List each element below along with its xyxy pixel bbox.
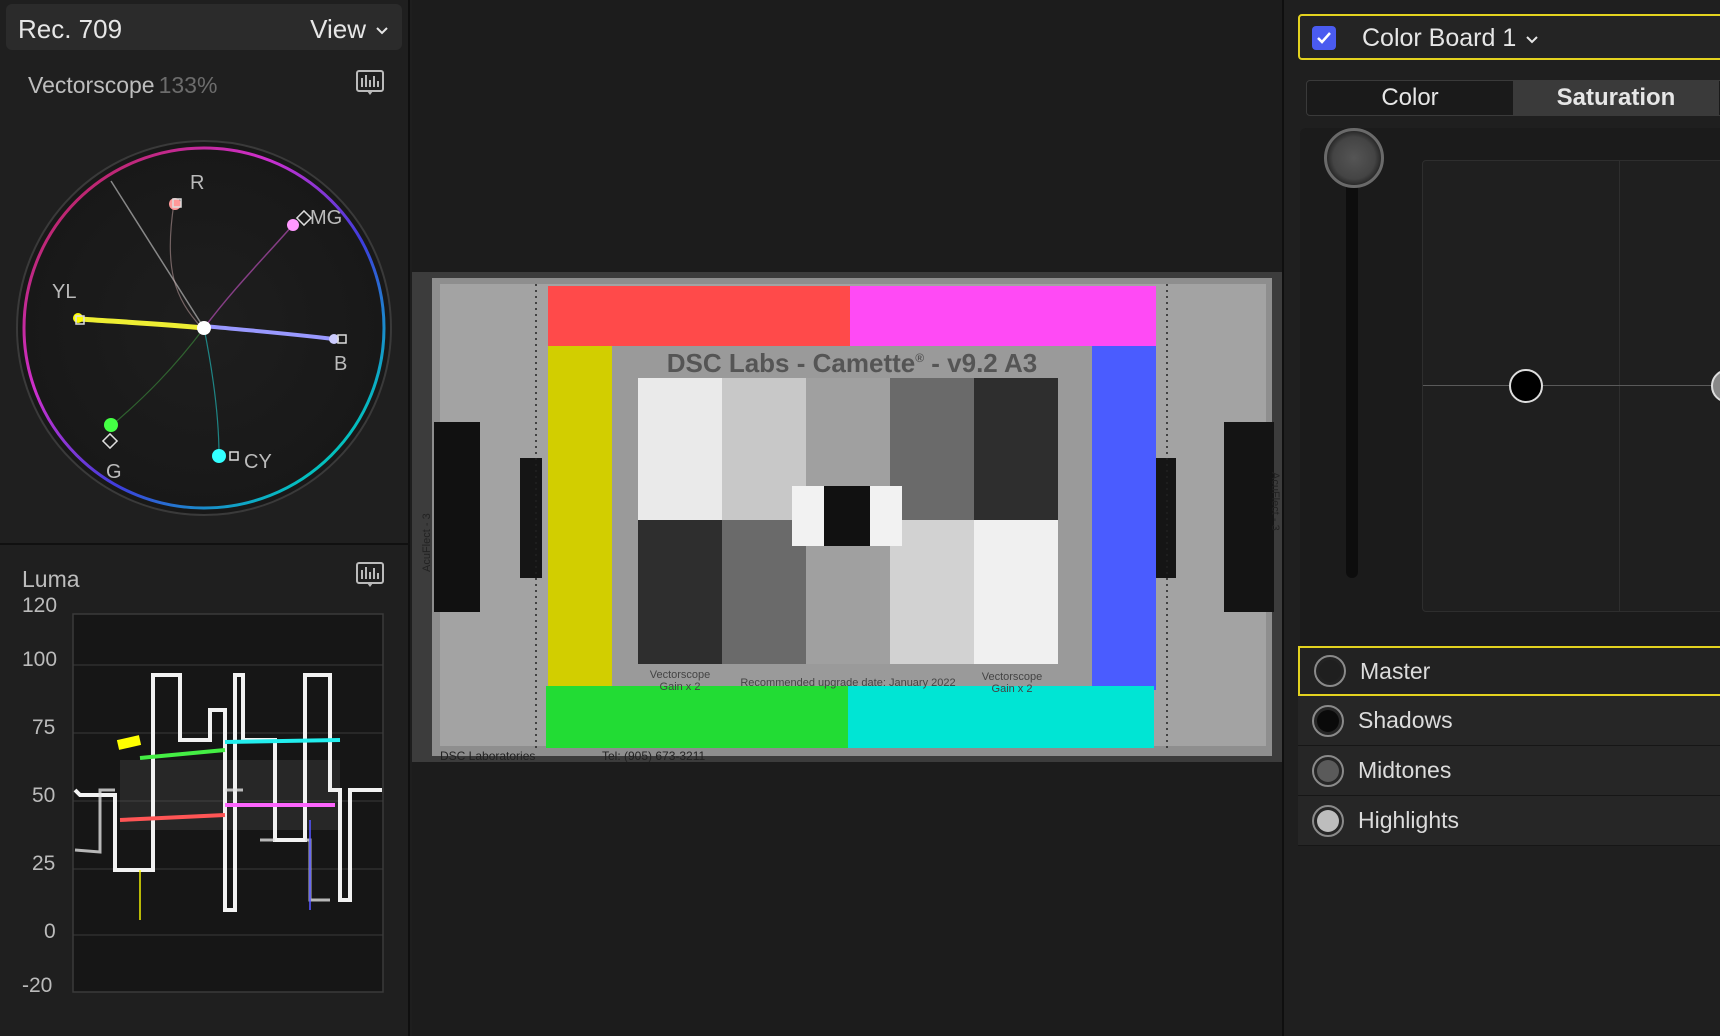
- midtones-swatch-icon: [1312, 754, 1344, 787]
- scope-header: Rec. 709 View: [6, 4, 402, 50]
- range-row-midtones[interactable]: Midtones: [1298, 746, 1720, 796]
- scopes-panel: Rec. 709 View Vectorscope 133% R MG B CY…: [0, 0, 410, 1036]
- chart-magenta-patch: [850, 286, 1156, 346]
- view-menu-button[interactable]: View: [310, 14, 390, 45]
- tab-saturation[interactable]: Saturation: [1513, 81, 1719, 115]
- chart-side-label-left: AcuFlect - 3: [421, 513, 433, 572]
- global-slider-track[interactable]: [1346, 178, 1358, 578]
- chart-red-patch: [548, 286, 850, 346]
- midtones-puck[interactable]: [1711, 369, 1720, 403]
- luma-scale-0: 0: [44, 920, 56, 943]
- range-row-highlights[interactable]: Highlights: [1298, 796, 1720, 846]
- test-chart-image: DSC Labs - Camette® - v9.2 A3 Vectorscop…: [412, 272, 1282, 763]
- luma-scale-120: 120: [22, 594, 57, 617]
- highlights-swatch-icon: [1312, 804, 1344, 837]
- scope-settings-icon[interactable]: [356, 70, 384, 96]
- chart-caption-left-2: Gain x 2: [660, 681, 701, 693]
- chart-blue-patch: [1092, 346, 1156, 690]
- color-board-title-menu[interactable]: Color Board 1: [1362, 24, 1540, 53]
- checkmark-icon: [1317, 32, 1331, 44]
- saturation-board: [1300, 128, 1720, 648]
- vectorscope-title-text: Vectorscope: [28, 72, 155, 98]
- vector-label-mg: MG: [310, 207, 342, 229]
- luma-scale-50: 50: [32, 784, 55, 807]
- luma-scale-neg20: -20: [22, 974, 52, 997]
- chevron-down-icon: [1526, 35, 1538, 43]
- chart-caption-right-1: Vectorscope: [982, 671, 1043, 683]
- chart-side-label-right: AcuFlect - 3: [1269, 472, 1281, 531]
- range-row-master[interactable]: Master: [1298, 646, 1720, 696]
- vector-label-cy: CY: [244, 451, 272, 473]
- color-board-tabs: Color Saturation: [1306, 80, 1720, 116]
- chart-cyan-patch: [848, 686, 1154, 748]
- scope-divider: [0, 543, 410, 545]
- master-swatch-icon: [1314, 655, 1346, 687]
- color-board-title: Color Board 1: [1362, 24, 1517, 52]
- grid-center-line: [1423, 385, 1720, 386]
- chart-upgrade-note: Recommended upgrade date: January 2022: [740, 677, 955, 689]
- saturation-grid[interactable]: [1422, 160, 1720, 612]
- vectorscope-title: Vectorscope 133%: [28, 72, 217, 99]
- shadows-swatch-icon: [1312, 704, 1344, 737]
- color-board-enable-checkbox[interactable]: [1312, 26, 1336, 50]
- luma-waveform: 120 100 75 50 25 0 -20: [0, 590, 410, 1010]
- vectorscope-zoom: 133%: [158, 72, 218, 98]
- range-label-midtones: Midtones: [1358, 757, 1452, 783]
- color-inspector: Color Board 1 Color Saturation Master Sh…: [1282, 0, 1720, 1036]
- view-menu-label: View: [310, 14, 366, 44]
- luma-scale-100: 100: [22, 648, 57, 671]
- chart-caption-right-2: Gain x 2: [992, 683, 1033, 695]
- luma-scale-25: 25: [32, 852, 55, 875]
- chart-caption-left-1: Vectorscope: [650, 669, 711, 681]
- range-label-highlights: Highlights: [1358, 807, 1459, 833]
- shadows-puck[interactable]: [1509, 369, 1543, 403]
- grid-vertical-line: [1619, 161, 1620, 611]
- luma-settings-icon[interactable]: [356, 562, 384, 588]
- range-label-master: Master: [1360, 657, 1431, 684]
- vector-label-yl: YL: [52, 281, 76, 303]
- color-board-header: Color Board 1: [1298, 14, 1720, 60]
- chart-footer-right: Tel: (905) 673-3211: [602, 749, 706, 762]
- luma-title: Luma: [22, 566, 80, 592]
- range-label-shadows: Shadows: [1358, 707, 1453, 733]
- global-slider-knob[interactable]: [1324, 128, 1384, 188]
- range-row-shadows[interactable]: Shadows: [1298, 696, 1720, 746]
- vectorscope: R MG B CY G YL: [14, 138, 394, 518]
- vector-label-g: G: [106, 461, 122, 483]
- luma-scale-75: 75: [32, 716, 55, 739]
- chart-yellow-patch: [548, 346, 612, 686]
- viewer[interactable]: DSC Labs - Camette® - v9.2 A3 Vectorscop…: [412, 0, 1282, 1036]
- chevron-down-icon: [376, 26, 388, 34]
- chart-title: DSC Labs - Camette® - v9.2 A3: [667, 348, 1038, 378]
- range-list: Master Shadows Midtones Highlights: [1298, 646, 1720, 846]
- vector-label-b: B: [334, 353, 347, 375]
- chart-green-patch: [546, 686, 848, 748]
- tab-color[interactable]: Color: [1307, 81, 1513, 115]
- vector-label-r: R: [190, 172, 204, 194]
- scope-format-label: Rec. 709: [18, 14, 123, 44]
- chart-footer-left: DSC Laboratories: [440, 749, 535, 762]
